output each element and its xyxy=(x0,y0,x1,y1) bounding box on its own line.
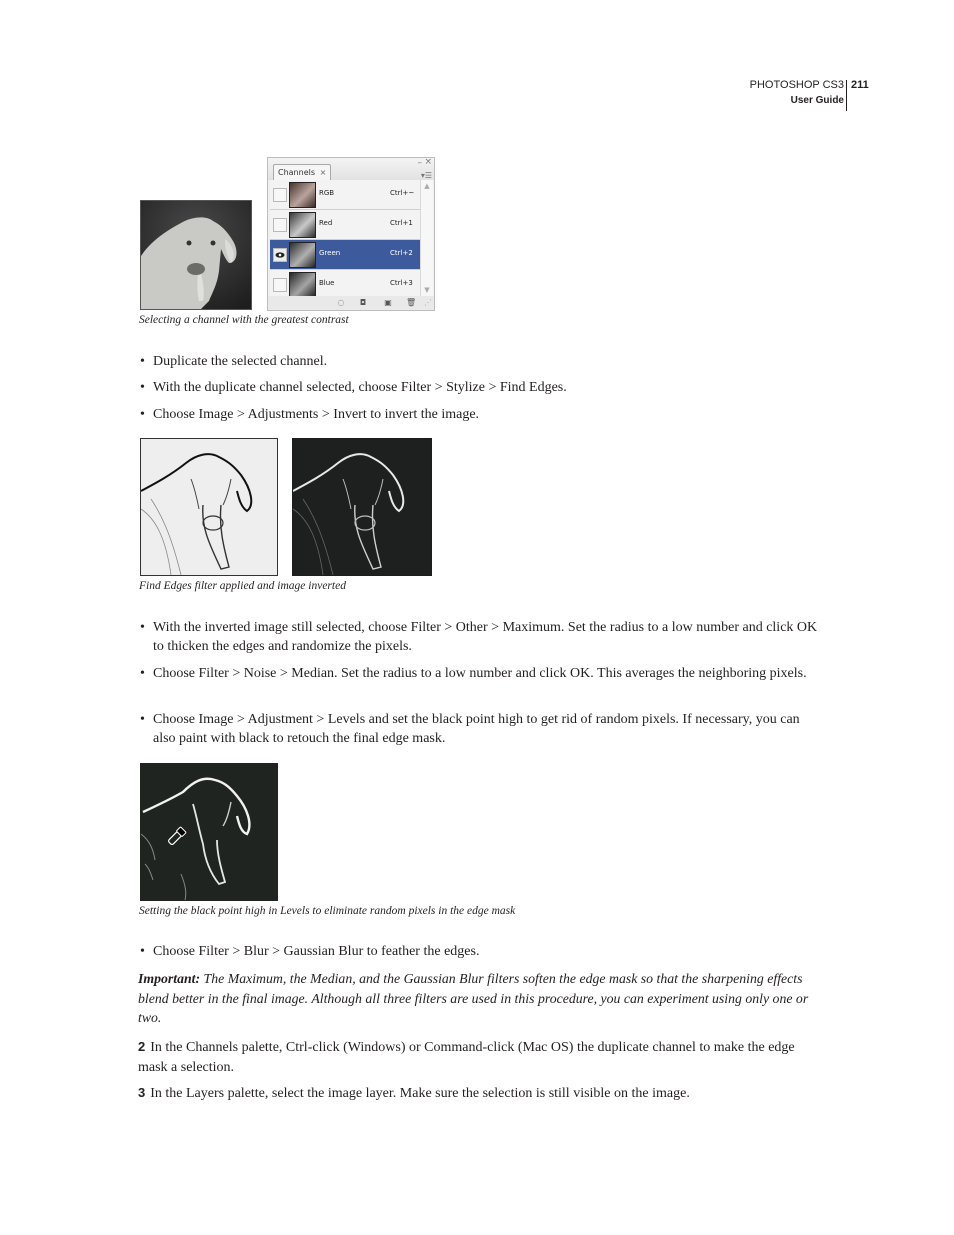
channel-name: Blue xyxy=(319,279,335,287)
minimize-icon[interactable]: – xyxy=(418,158,423,168)
channel-name: Red xyxy=(319,219,333,227)
goat-photo-grayscale xyxy=(140,200,252,310)
list-item: • Duplicate the selected channel. xyxy=(140,352,820,371)
list-item: • Choose Image > Adjustments > Invert to… xyxy=(140,405,820,424)
inverted-edges-image xyxy=(292,438,432,576)
channel-row-green[interactable]: Green Ctrl+2 xyxy=(270,240,420,270)
load-selection-icon[interactable]: ◌ xyxy=(336,298,346,308)
channel-row-red[interactable]: Red Ctrl+1 xyxy=(270,210,420,240)
scroll-up-icon[interactable]: ▲ xyxy=(422,181,432,191)
step-3: 3 In the Layers palette, select the image… xyxy=(138,1083,818,1104)
list-item: • Choose Image > Adjustment > Levels and… xyxy=(140,710,820,748)
channel-thumbnail-red xyxy=(289,212,316,238)
list-item-text: With the inverted image still selected, … xyxy=(153,620,818,654)
step-number: 2 xyxy=(138,1039,146,1054)
page-number: 211 xyxy=(851,79,869,91)
channels-palette: Channels × – × ▾☰ RGB Ctrl+~ Red Ctrl+1 … xyxy=(267,157,435,311)
list-item: • Choose Filter > Noise > Median. Set th… xyxy=(140,664,820,683)
resize-grip-icon[interactable]: ⋰ xyxy=(423,298,433,308)
eye-icon xyxy=(275,252,285,258)
visibility-toggle[interactable] xyxy=(273,188,287,202)
channel-thumbnail-rgb xyxy=(289,182,316,208)
channel-shortcut: Ctrl+~ xyxy=(390,189,415,197)
header-guide-title: User Guide xyxy=(790,95,844,106)
header-product-name: PHOTOSHOP CS3 xyxy=(749,79,844,91)
list-item-text: Choose Image > Adjustment > Levels and s… xyxy=(153,712,800,746)
important-label: Important: xyxy=(138,971,201,986)
tab-channels[interactable]: Channels × xyxy=(273,164,332,181)
figure-caption: Find Edges filter applied and image inve… xyxy=(139,580,346,592)
levels-edge-mask-image xyxy=(140,763,278,901)
step-text: In the Channels palette, Ctrl-click (Win… xyxy=(138,1040,795,1075)
step-2: 2 In the Channels palette, Ctrl-click (Wi… xyxy=(138,1037,818,1077)
list-item: • With the duplicate channel selected, c… xyxy=(140,378,820,397)
bullet-glyph: • xyxy=(140,407,145,422)
channel-shortcut: Ctrl+2 xyxy=(390,249,413,257)
bullet-glyph: • xyxy=(140,380,145,395)
list-item-text: Duplicate the selected channel. xyxy=(153,354,328,369)
palette-footer: ◌ ◘ ▣ 🗑 ⋰ xyxy=(268,296,434,310)
bullet-glyph: • xyxy=(140,354,145,369)
header-divider xyxy=(846,80,847,111)
save-selection-icon[interactable]: ◘ xyxy=(358,298,368,308)
palette-titlebar: Channels × – × ▾☰ xyxy=(268,157,434,181)
bullet-glyph: • xyxy=(140,620,145,635)
figure-caption: Setting the black point high in Levels t… xyxy=(139,905,516,917)
step-number: 3 xyxy=(138,1085,146,1100)
palette-menu-icon[interactable]: ▾☰ xyxy=(421,171,432,180)
scroll-down-icon[interactable]: ▼ xyxy=(422,285,432,295)
visibility-toggle[interactable] xyxy=(273,218,287,232)
new-channel-icon[interactable]: ▣ xyxy=(383,298,393,308)
list-item: • Choose Filter > Blur > Gaussian Blur t… xyxy=(140,942,820,961)
channel-shortcut: Ctrl+1 xyxy=(390,219,413,227)
important-text: The Maximum, the Median, and the Gaussia… xyxy=(138,971,809,1025)
list-item-text: Choose Filter > Noise > Median. Set the … xyxy=(153,666,807,681)
bullet-glyph: • xyxy=(140,666,145,681)
channel-thumbnail-blue xyxy=(289,272,316,298)
close-tab-icon[interactable]: × xyxy=(320,168,327,177)
visibility-toggle[interactable] xyxy=(273,248,287,262)
list-item-text: With the duplicate channel selected, cho… xyxy=(153,380,567,395)
list-item: • With the inverted image still selected… xyxy=(140,618,820,656)
figure-caption: Selecting a channel with the greatest co… xyxy=(139,314,349,326)
list-item-text: Choose Filter > Blur > Gaussian Blur to … xyxy=(153,944,480,959)
list-item-text: Choose Image > Adjustments > Invert to i… xyxy=(153,407,480,422)
bullet-glyph: • xyxy=(140,712,145,727)
channel-row-rgb[interactable]: RGB Ctrl+~ xyxy=(270,180,420,210)
channel-name: Green xyxy=(319,249,341,257)
visibility-toggle[interactable] xyxy=(273,278,287,292)
channel-shortcut: Ctrl+3 xyxy=(390,279,413,287)
palette-scrollbar[interactable]: ▲ ▼ xyxy=(420,180,433,296)
trash-icon[interactable]: 🗑 xyxy=(406,298,416,308)
bullet-glyph: • xyxy=(140,944,145,959)
channel-name: RGB xyxy=(319,189,335,197)
channel-list: RGB Ctrl+~ Red Ctrl+1 Green Ctrl+2 Blue … xyxy=(270,180,420,300)
find-edges-image xyxy=(140,438,278,576)
important-note: Important: The Maximum, the Median, and … xyxy=(138,969,818,1028)
close-icon[interactable]: × xyxy=(424,157,432,167)
tab-channels-label: Channels xyxy=(278,168,316,177)
step-text: In the Layers palette, select the image … xyxy=(150,1086,690,1101)
channel-thumbnail-green xyxy=(289,242,316,268)
